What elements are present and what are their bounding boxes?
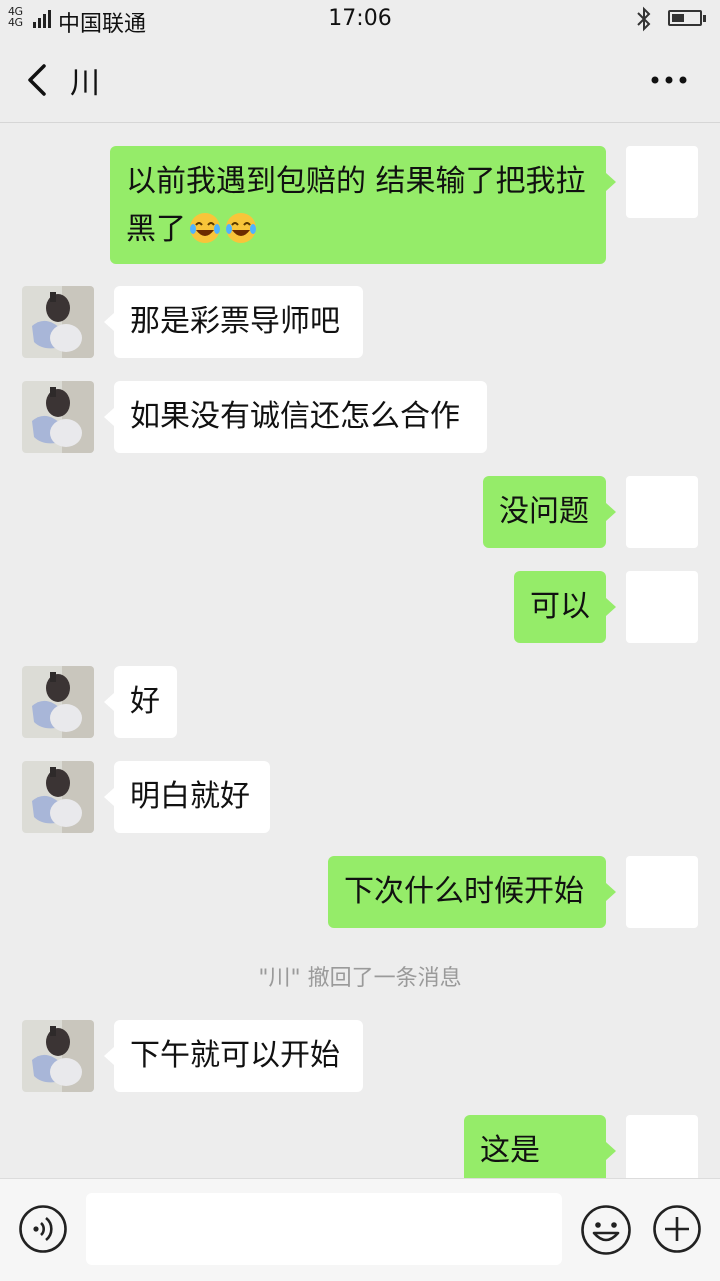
bubble-tail	[606, 598, 616, 616]
sent-message[interactable]: 没问题	[483, 476, 606, 548]
plus-icon[interactable]	[652, 1204, 702, 1254]
bubble-tail	[606, 503, 616, 521]
voice-icon[interactable]	[18, 1204, 68, 1254]
message-text: 下午就可以开始	[130, 1038, 340, 1073]
sent-message[interactable]: 下次什么时候开始	[328, 856, 606, 928]
message-text: 这是谁？	[480, 1133, 540, 1168]
contact-avatar[interactable]	[22, 666, 94, 738]
tears-of-joy-emoji	[224, 211, 258, 260]
sent-message[interactable]: 这是谁？	[464, 1115, 606, 1178]
bubble-tail	[606, 1142, 616, 1160]
message-text: 好	[130, 684, 160, 719]
chevron-left-icon[interactable]	[20, 58, 60, 102]
self-avatar[interactable]	[626, 856, 698, 928]
emoji-icon[interactable]	[580, 1204, 632, 1256]
battery-level	[672, 14, 684, 22]
status-bar: 4G 4G 中国联通 17:06	[0, 0, 720, 40]
self-avatar[interactable]	[626, 146, 698, 218]
chat-title[interactable]: 川	[70, 58, 100, 102]
self-avatar[interactable]	[626, 1115, 698, 1178]
bubble-tail	[606, 173, 616, 191]
bubble-tail	[606, 883, 616, 901]
tears-of-joy-emoji	[188, 211, 222, 260]
chat-header: 川	[0, 40, 720, 123]
bubble-tail	[104, 1047, 114, 1065]
received-message[interactable]: 明白就好	[114, 761, 270, 833]
message-input[interactable]	[86, 1193, 562, 1265]
recall-notice: "川" 撤回了一条消息	[258, 966, 462, 991]
received-message[interactable]: 如果没有诚信还怎么合作	[114, 381, 487, 453]
self-avatar[interactable]	[626, 476, 698, 548]
message-text: 下次什么时候开始	[344, 874, 584, 909]
battery-tip	[703, 15, 706, 22]
received-message[interactable]: 好	[114, 666, 177, 738]
sent-message[interactable]: 可以	[514, 571, 606, 643]
bubble-tail	[104, 313, 114, 331]
message-text: 如果没有诚信还怎么合作	[130, 399, 460, 434]
contact-avatar[interactable]	[22, 1020, 94, 1092]
message-text: 可以	[530, 589, 590, 624]
received-message[interactable]: 下午就可以开始	[114, 1020, 363, 1092]
more-dots-icon[interactable]	[646, 66, 692, 94]
contact-avatar[interactable]	[22, 381, 94, 453]
contact-avatar[interactable]	[22, 286, 94, 358]
message-text: 没问题	[499, 494, 589, 529]
bubble-tail	[104, 693, 114, 711]
clock: 17:06	[328, 6, 392, 31]
battery-icon	[668, 10, 702, 26]
self-avatar[interactable]	[626, 571, 698, 643]
contact-avatar[interactable]	[22, 761, 94, 833]
input-bar	[0, 1178, 720, 1281]
bubble-tail	[104, 408, 114, 426]
message-text: 明白就好	[130, 779, 250, 814]
received-message[interactable]: 那是彩票导师吧	[114, 286, 363, 358]
bluetooth-icon	[637, 6, 651, 32]
message-list[interactable]: 以前我遇到包赔的 结果输了把我拉黑了 那是彩票导师吧 如果没有诚信还怎么合作 没…	[0, 123, 720, 1178]
sent-message[interactable]: 以前我遇到包赔的 结果输了把我拉黑了	[110, 146, 606, 264]
bubble-tail	[104, 788, 114, 806]
message-text: 那是彩票导师吧	[130, 304, 340, 339]
